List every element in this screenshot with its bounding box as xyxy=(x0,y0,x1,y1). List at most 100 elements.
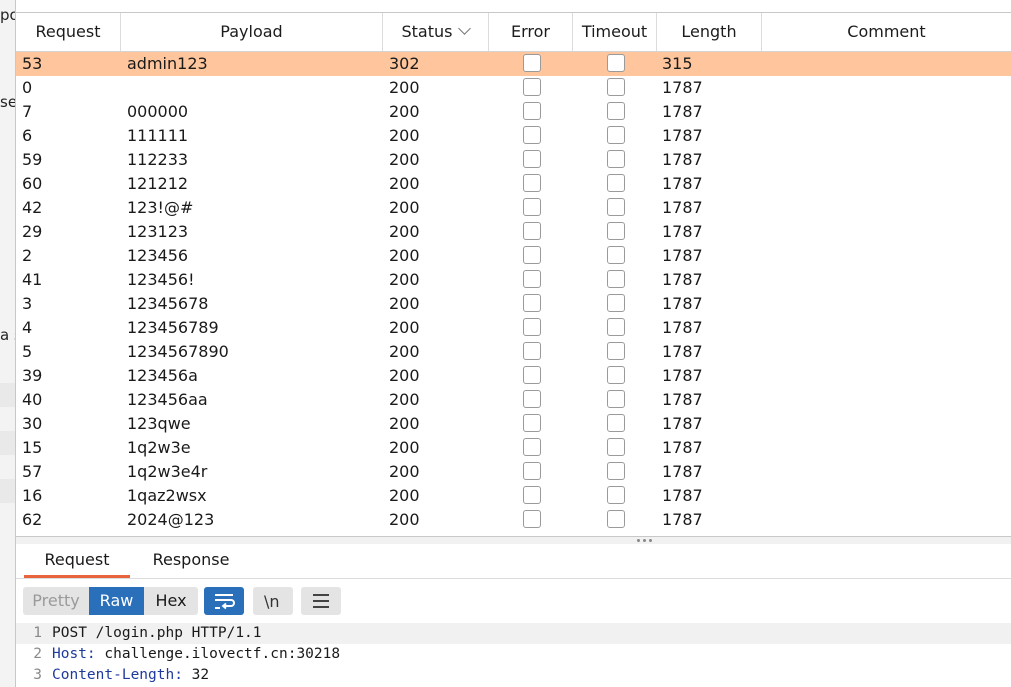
error-checkbox[interactable] xyxy=(523,198,541,216)
column-header-comment[interactable]: Comment xyxy=(762,13,1011,51)
table-row[interactable]: 41 123456! 200 1787 xyxy=(16,268,1011,292)
cell-length: 1787 xyxy=(662,510,703,529)
error-checkbox[interactable] xyxy=(523,414,541,432)
timeout-checkbox[interactable] xyxy=(607,198,625,216)
drag-grip-icon[interactable] xyxy=(637,539,657,542)
error-checkbox[interactable] xyxy=(523,390,541,408)
table-row[interactable]: 15 1q2w3e 200 1787 xyxy=(16,436,1011,460)
editor-line[interactable]: 1 POST /login.php HTTP/1.1 xyxy=(16,623,1011,644)
timeout-checkbox[interactable] xyxy=(607,318,625,336)
cell-payload: 111111 xyxy=(127,126,189,145)
error-checkbox[interactable] xyxy=(523,486,541,504)
table-row[interactable]: 30 123qwe 200 1787 xyxy=(16,412,1011,436)
table-row[interactable]: 0 200 1787 xyxy=(16,76,1011,100)
raw-view-button[interactable]: Raw xyxy=(89,587,144,615)
table-row[interactable]: 7 000000 200 1787 xyxy=(16,100,1011,124)
timeout-checkbox[interactable] xyxy=(607,438,625,456)
editor-menu-button[interactable] xyxy=(301,587,341,615)
column-header-error[interactable]: Error xyxy=(489,13,573,51)
error-checkbox[interactable] xyxy=(523,294,541,312)
tab-request[interactable]: Request xyxy=(24,544,130,578)
cell-length: 1787 xyxy=(662,78,703,97)
cell-status: 200 xyxy=(389,414,420,433)
table-row[interactable]: 6 111111 200 1787 xyxy=(16,124,1011,148)
error-checkbox[interactable] xyxy=(523,222,541,240)
table-row[interactable]: 39 123456a 200 1787 xyxy=(16,364,1011,388)
cell-status: 200 xyxy=(389,486,420,505)
table-row[interactable]: 4 123456789 200 1787 xyxy=(16,316,1011,340)
cell-request: 62 xyxy=(22,510,43,529)
column-header-status[interactable]: Status xyxy=(383,13,489,51)
error-checkbox[interactable] xyxy=(523,54,541,72)
error-checkbox[interactable] xyxy=(523,342,541,360)
timeout-checkbox[interactable] xyxy=(607,222,625,240)
table-row[interactable]: 57 1q2w3e4r 200 1787 xyxy=(16,460,1011,484)
cell-status: 200 xyxy=(389,390,420,409)
cell-request: 41 xyxy=(22,270,43,289)
wrap-lines-icon xyxy=(215,594,235,610)
timeout-checkbox[interactable] xyxy=(607,342,625,360)
error-checkbox[interactable] xyxy=(523,318,541,336)
show-newlines-button[interactable]: \n xyxy=(253,587,293,615)
table-row[interactable]: 2 123456 200 1787 xyxy=(16,244,1011,268)
error-checkbox[interactable] xyxy=(523,462,541,480)
error-checkbox[interactable] xyxy=(523,126,541,144)
background-window-edge: po se a s xyxy=(0,0,16,687)
error-checkbox[interactable] xyxy=(523,174,541,192)
table-row[interactable]: 59 112233 200 1787 xyxy=(16,148,1011,172)
timeout-checkbox[interactable] xyxy=(607,174,625,192)
cell-request: 39 xyxy=(22,366,43,385)
clipped-row-band xyxy=(0,479,16,503)
cell-request: 59 xyxy=(22,150,43,169)
table-row[interactable]: 62 2024@123 200 1787 xyxy=(16,508,1011,532)
table-row[interactable]: 42 123!@# 200 1787 xyxy=(16,196,1011,220)
table-row[interactable]: 40 123456aa 200 1787 xyxy=(16,388,1011,412)
table-row[interactable]: 16 1qaz2wsx 200 1787 xyxy=(16,484,1011,508)
error-checkbox[interactable] xyxy=(523,246,541,264)
cell-status: 200 xyxy=(389,174,420,193)
error-checkbox[interactable] xyxy=(523,270,541,288)
table-row[interactable]: 60 121212 200 1787 xyxy=(16,172,1011,196)
column-header-payload[interactable]: Payload xyxy=(121,13,383,51)
cell-payload: 1234567890 xyxy=(127,342,229,361)
column-header-request[interactable]: Request xyxy=(16,13,121,51)
table-row[interactable]: 5 1234567890 200 1787 xyxy=(16,340,1011,364)
timeout-checkbox[interactable] xyxy=(607,510,625,528)
table-row[interactable]: 3 12345678 200 1787 xyxy=(16,292,1011,316)
tab-response[interactable]: Response xyxy=(142,544,240,578)
column-header-length[interactable]: Length xyxy=(657,13,762,51)
timeout-checkbox[interactable] xyxy=(607,366,625,384)
cell-payload: 121212 xyxy=(127,174,189,193)
pretty-view-button[interactable]: Pretty xyxy=(23,587,89,615)
error-checkbox[interactable] xyxy=(523,438,541,456)
timeout-checkbox[interactable] xyxy=(607,294,625,312)
timeout-checkbox[interactable] xyxy=(607,102,625,120)
error-checkbox[interactable] xyxy=(523,150,541,168)
cell-status: 200 xyxy=(389,78,420,97)
table-row[interactable]: 29 123123 200 1787 xyxy=(16,220,1011,244)
error-checkbox[interactable] xyxy=(523,366,541,384)
timeout-checkbox[interactable] xyxy=(607,54,625,72)
error-checkbox[interactable] xyxy=(523,102,541,120)
editor-line[interactable]: 3 Content-Length: 32 xyxy=(16,665,1011,686)
raw-request-editor[interactable]: 1 POST /login.php HTTP/1.1 2 Host: challeng… xyxy=(16,623,1011,687)
timeout-checkbox[interactable] xyxy=(607,126,625,144)
timeout-checkbox[interactable] xyxy=(607,390,625,408)
hex-view-button[interactable]: Hex xyxy=(144,587,198,615)
table-row[interactable]: 53 admin123 302 315 xyxy=(16,52,1011,76)
timeout-checkbox[interactable] xyxy=(607,78,625,96)
cell-request: 16 xyxy=(22,486,43,505)
editor-line[interactable]: 2 Host: challenge.ilovectf.cn:30218 xyxy=(16,644,1011,665)
cell-status: 200 xyxy=(389,438,420,457)
error-checkbox[interactable] xyxy=(523,78,541,96)
timeout-checkbox[interactable] xyxy=(607,462,625,480)
timeout-checkbox[interactable] xyxy=(607,414,625,432)
error-checkbox[interactable] xyxy=(523,510,541,528)
wrap-lines-button[interactable] xyxy=(204,587,244,615)
timeout-checkbox[interactable] xyxy=(607,150,625,168)
column-header-timeout[interactable]: Timeout xyxy=(573,13,657,51)
timeout-checkbox[interactable] xyxy=(607,246,625,264)
timeout-checkbox[interactable] xyxy=(607,270,625,288)
timeout-checkbox[interactable] xyxy=(607,486,625,504)
line-number: 2 xyxy=(33,646,42,662)
